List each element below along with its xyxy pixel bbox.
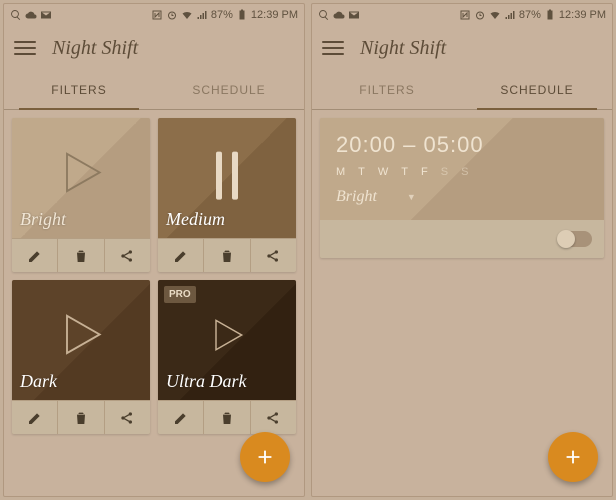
phone-right-schedule: 87% 12:39 PM Night Shift FILTERS SCHEDUL… xyxy=(311,3,613,497)
filter-card-dark[interactable]: Dark xyxy=(12,280,150,434)
tab-bar: FILTERS SCHEDULE xyxy=(4,70,304,110)
app-bar: Night Shift xyxy=(4,26,304,70)
play-icon xyxy=(53,144,109,205)
alarm-icon xyxy=(474,9,486,21)
clock-text: 12:39 PM xyxy=(251,9,298,21)
app-title: Night Shift xyxy=(52,37,138,60)
share-button[interactable] xyxy=(105,401,150,434)
edit-button[interactable] xyxy=(12,239,58,272)
tab-filters[interactable]: FILTERS xyxy=(312,70,462,109)
tab-bar: FILTERS SCHEDULE xyxy=(312,70,612,110)
filter-card-ultra-dark[interactable]: PRO Ultra Dark xyxy=(158,280,296,434)
share-button[interactable] xyxy=(251,239,296,272)
pause-icon xyxy=(216,152,238,200)
filter-label: Ultra Dark xyxy=(166,371,247,392)
edit-button[interactable] xyxy=(158,401,204,434)
filter-label: Bright xyxy=(20,209,66,230)
signal-icon xyxy=(504,9,516,21)
plus-icon xyxy=(562,446,584,468)
filter-label: Medium xyxy=(166,209,225,230)
phone-left-filters: 87% 12:39 PM Night Shift FILTERS SCHEDUL… xyxy=(3,3,305,497)
search-icon xyxy=(318,9,330,21)
cloud-icon xyxy=(333,9,345,21)
filter-card-bright[interactable]: Bright xyxy=(12,118,150,272)
search-icon xyxy=(10,9,22,21)
nfc-icon xyxy=(459,9,471,21)
share-button[interactable] xyxy=(105,239,150,272)
schedule-content: 20:00 – 05:00 M T W T F S S Bright ▼ xyxy=(312,110,612,496)
battery-percent: 87% xyxy=(211,9,233,21)
cloud-icon xyxy=(25,9,37,21)
delete-button[interactable] xyxy=(204,401,250,434)
delete-button[interactable] xyxy=(204,239,250,272)
plus-icon xyxy=(254,446,276,468)
status-bar: 87% 12:39 PM xyxy=(4,4,304,26)
pro-badge: PRO xyxy=(164,286,196,303)
schedule-days: M T W T F S S xyxy=(336,166,588,178)
schedule-toggle[interactable] xyxy=(558,231,592,247)
mail-icon xyxy=(40,9,52,21)
chevron-down-icon: ▼ xyxy=(407,192,416,202)
app-bar: Night Shift xyxy=(312,26,612,70)
battery-icon xyxy=(236,9,248,21)
fab-add-schedule[interactable] xyxy=(548,432,598,482)
filters-content: Bright Medium xyxy=(4,110,304,496)
alarm-icon xyxy=(166,9,178,21)
tab-schedule[interactable]: SCHEDULE xyxy=(154,70,304,109)
menu-icon[interactable] xyxy=(322,37,344,59)
tab-filters[interactable]: FILTERS xyxy=(4,70,154,109)
battery-percent: 87% xyxy=(519,9,541,21)
app-title: Night Shift xyxy=(360,37,446,60)
clock-text: 12:39 PM xyxy=(559,9,606,21)
share-button[interactable] xyxy=(251,401,296,434)
menu-icon[interactable] xyxy=(14,37,36,59)
delete-button[interactable] xyxy=(58,239,104,272)
wifi-icon xyxy=(181,9,193,21)
play-icon xyxy=(53,306,109,367)
delete-button[interactable] xyxy=(58,401,104,434)
filter-card-medium[interactable]: Medium xyxy=(158,118,296,272)
edit-button[interactable] xyxy=(158,239,204,272)
mail-icon xyxy=(348,9,360,21)
tab-schedule[interactable]: SCHEDULE xyxy=(462,70,612,109)
status-bar: 87% 12:39 PM xyxy=(312,4,612,26)
schedule-filter-select[interactable]: Bright ▼ xyxy=(336,188,588,206)
play-icon xyxy=(205,313,249,362)
battery-icon xyxy=(544,9,556,21)
filter-label: Dark xyxy=(20,371,57,392)
fab-add-filter[interactable] xyxy=(240,432,290,482)
signal-icon xyxy=(196,9,208,21)
edit-button[interactable] xyxy=(12,401,58,434)
schedule-card[interactable]: 20:00 – 05:00 M T W T F S S Bright ▼ xyxy=(320,118,604,258)
wifi-icon xyxy=(489,9,501,21)
schedule-time: 20:00 – 05:00 xyxy=(336,132,588,158)
nfc-icon xyxy=(151,9,163,21)
